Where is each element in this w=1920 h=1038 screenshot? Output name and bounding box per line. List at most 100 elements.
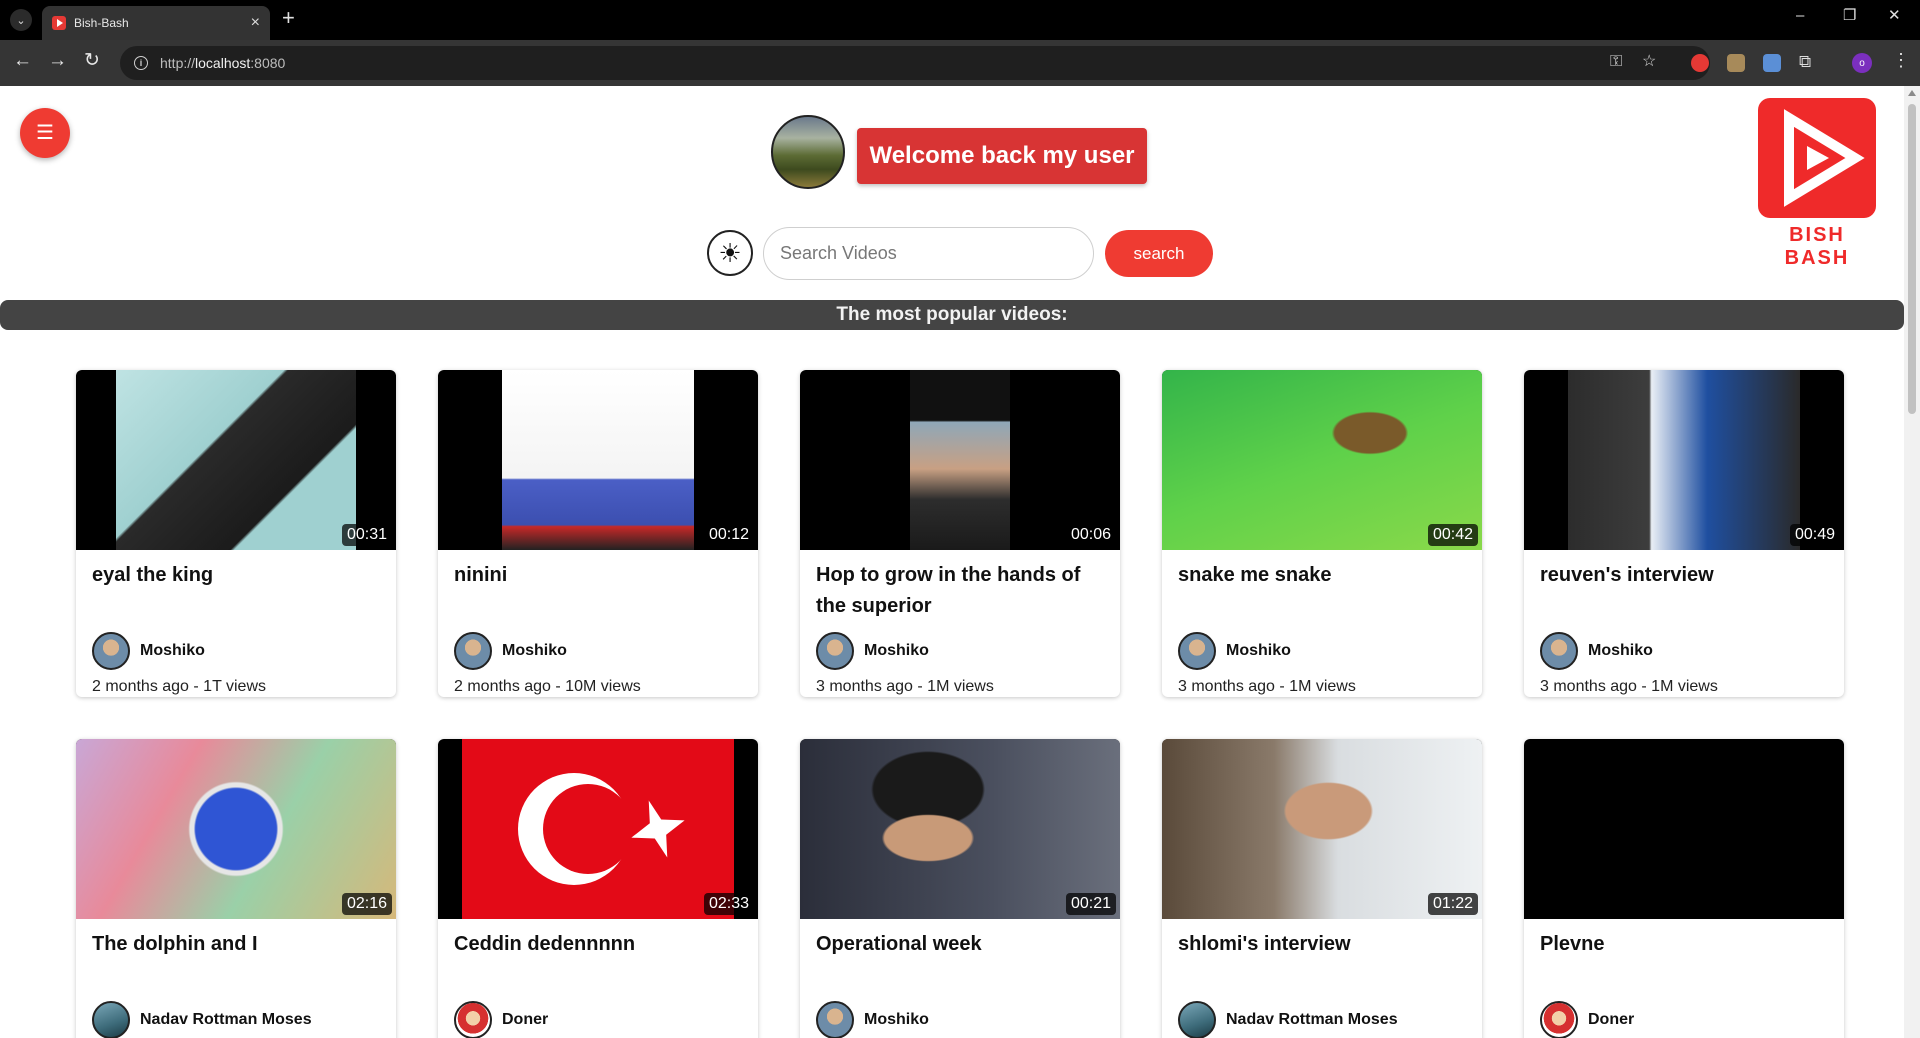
video-title[interactable]: Hop to grow in the hands of the superior — [816, 560, 1106, 622]
video-title[interactable]: Plevne — [1540, 929, 1830, 960]
user-avatar[interactable] — [771, 115, 845, 189]
channel-name[interactable]: Moshiko — [1226, 642, 1291, 660]
channel-name[interactable]: Nadav Rottman Moses — [140, 1011, 312, 1029]
video-thumbnail[interactable]: 00:06 — [800, 370, 1120, 550]
scroll-up-arrow-icon[interactable] — [1908, 90, 1916, 96]
channel-avatar[interactable] — [1178, 632, 1216, 670]
reload-icon[interactable]: ↻ — [84, 51, 100, 70]
channel-info[interactable]: Doner — [454, 1001, 548, 1038]
section-title: The most popular videos: — [0, 300, 1904, 330]
profile-avatar[interactable]: o — [1852, 53, 1872, 73]
channel-avatar[interactable] — [816, 632, 854, 670]
video-card[interactable]: 00:12 ninini Moshiko 2 months ago - 10M … — [438, 370, 758, 697]
extension-red-icon[interactable] — [1691, 54, 1709, 72]
video-card[interactable]: 00:31 eyal the king Moshiko 2 months ago… — [76, 370, 396, 697]
channel-info[interactable]: Doner — [1540, 1001, 1634, 1038]
crescent-star-icon — [518, 773, 685, 885]
channel-name[interactable]: Doner — [1588, 1011, 1634, 1029]
site-logo[interactable]: BISH BASH — [1758, 98, 1876, 270]
channel-avatar[interactable] — [454, 632, 492, 670]
channel-avatar[interactable] — [92, 1001, 130, 1038]
video-title[interactable]: snake me snake — [1178, 560, 1468, 591]
page-scrollbar[interactable] — [1904, 86, 1920, 1038]
video-card[interactable]: 00:49 reuven's interview Moshiko 3 month… — [1524, 370, 1844, 697]
browser-tab[interactable]: Bish-Bash × — [42, 6, 270, 40]
channel-name[interactable]: Nadav Rottman Moses — [1226, 1011, 1398, 1029]
url-text: http://localhost:8080 — [160, 55, 286, 71]
video-duration: 00:12 — [703, 524, 754, 546]
video-thumbnail[interactable]: 00:21 — [800, 739, 1120, 919]
video-meta: 3 months ago - 1M views — [816, 678, 994, 695]
video-thumbnail[interactable]: 02:33 — [438, 739, 758, 919]
video-meta: 3 months ago - 1M views — [1178, 678, 1356, 695]
address-toolbar: ← → ↻ i http://localhost:8080 ⚿ ☆ ⧉ o ⋮ — [0, 40, 1920, 86]
channel-info[interactable]: Moshiko — [454, 632, 567, 670]
video-card[interactable]: 02:16 The dolphin and I Nadav Rottman Mo… — [76, 739, 396, 1038]
channel-avatar[interactable] — [1540, 1001, 1578, 1038]
password-key-icon[interactable]: ⚿ — [1610, 54, 1622, 70]
scrollbar-thumb[interactable] — [1908, 104, 1916, 414]
video-card[interactable]: 00:06 Hop to grow in the hands of the su… — [800, 370, 1120, 697]
welcome-banner: Welcome back my user — [857, 128, 1147, 184]
video-title[interactable]: reuven's interview — [1540, 560, 1830, 591]
channel-avatar[interactable] — [454, 1001, 492, 1038]
forward-arrow-icon[interactable]: → — [48, 51, 67, 70]
address-bar[interactable]: i http://localhost:8080 ⚿ ☆ — [120, 46, 1710, 80]
video-title[interactable]: eyal the king — [92, 560, 382, 591]
channel-avatar[interactable] — [92, 632, 130, 670]
extension-blue-icon[interactable] — [1763, 54, 1781, 72]
video-card[interactable]: 00:42 snake me snake Moshiko 3 months ag… — [1162, 370, 1482, 697]
restore-icon[interactable]: ❐ — [1843, 8, 1856, 23]
video-card[interactable]: 02:33 Ceddin dedennnnn Doner — [438, 739, 758, 1038]
channel-info[interactable]: Nadav Rottman Moses — [92, 1001, 312, 1038]
channel-name[interactable]: Moshiko — [864, 642, 929, 660]
extension-brown-icon[interactable] — [1727, 54, 1745, 72]
channel-name[interactable]: Moshiko — [140, 642, 205, 660]
channel-avatar[interactable] — [1540, 632, 1578, 670]
channel-name[interactable]: Moshiko — [502, 642, 567, 660]
channel-info[interactable]: Moshiko — [92, 632, 205, 670]
video-title[interactable]: shlomi's interview — [1178, 929, 1468, 960]
back-arrow-icon[interactable]: ← — [13, 51, 32, 70]
menu-button[interactable]: ☰ — [20, 108, 70, 158]
channel-info[interactable]: Moshiko — [816, 1001, 929, 1038]
video-card[interactable]: 01:22 shlomi's interview Nadav Rottman M… — [1162, 739, 1482, 1038]
channel-info[interactable]: Nadav Rottman Moses — [1178, 1001, 1398, 1038]
browser-menu-icon[interactable]: ⋮ — [1892, 50, 1910, 71]
minimize-icon[interactable]: – — [1796, 8, 1804, 23]
search-input[interactable] — [763, 227, 1094, 280]
search-button[interactable]: search — [1105, 230, 1213, 277]
video-title[interactable]: Operational week — [816, 929, 1106, 960]
theme-toggle-sun-icon[interactable]: ☀ — [707, 230, 753, 276]
window-close-icon[interactable]: ✕ — [1888, 8, 1901, 23]
video-thumbnail[interactable]: 02:16 — [76, 739, 396, 919]
video-title[interactable]: Ceddin dedennnnn — [454, 929, 744, 960]
tab-title: Bish-Bash — [74, 16, 129, 30]
page-content: ☰ Welcome back my user BISH BASH ☀ searc… — [0, 86, 1904, 1038]
video-thumbnail[interactable]: 00:49 — [1524, 370, 1844, 550]
channel-info[interactable]: Moshiko — [1178, 632, 1291, 670]
channel-avatar[interactable] — [1178, 1001, 1216, 1038]
channel-info[interactable]: Moshiko — [816, 632, 929, 670]
tab-search-chevron-icon[interactable]: ⌄ — [10, 9, 32, 31]
video-thumbnail[interactable]: 00:42 — [1162, 370, 1482, 550]
bookmark-star-icon[interactable]: ☆ — [1642, 54, 1656, 70]
channel-name[interactable]: Moshiko — [1588, 642, 1653, 660]
channel-name[interactable]: Moshiko — [864, 1011, 929, 1029]
video-title[interactable]: ninini — [454, 560, 744, 591]
video-card[interactable]: 00:21 Operational week Moshiko — [800, 739, 1120, 1038]
video-thumbnail[interactable]: 01:22 — [1162, 739, 1482, 919]
video-thumbnail[interactable]: 00:12 — [438, 370, 758, 550]
video-title[interactable]: The dolphin and I — [92, 929, 382, 960]
video-thumbnail[interactable]: 00:31 — [76, 370, 396, 550]
extensions-puzzle-icon[interactable]: ⧉ — [1799, 52, 1817, 71]
video-duration: 00:49 — [1789, 524, 1840, 546]
channel-avatar[interactable] — [816, 1001, 854, 1038]
site-info-icon[interactable]: i — [134, 56, 148, 70]
new-tab-plus-icon[interactable]: + — [282, 7, 295, 29]
video-card[interactable]: Plevne Doner — [1524, 739, 1844, 1038]
channel-info[interactable]: Moshiko — [1540, 632, 1653, 670]
video-thumbnail[interactable] — [1524, 739, 1844, 919]
tab-close-icon[interactable]: × — [251, 15, 260, 31]
channel-name[interactable]: Doner — [502, 1011, 548, 1029]
